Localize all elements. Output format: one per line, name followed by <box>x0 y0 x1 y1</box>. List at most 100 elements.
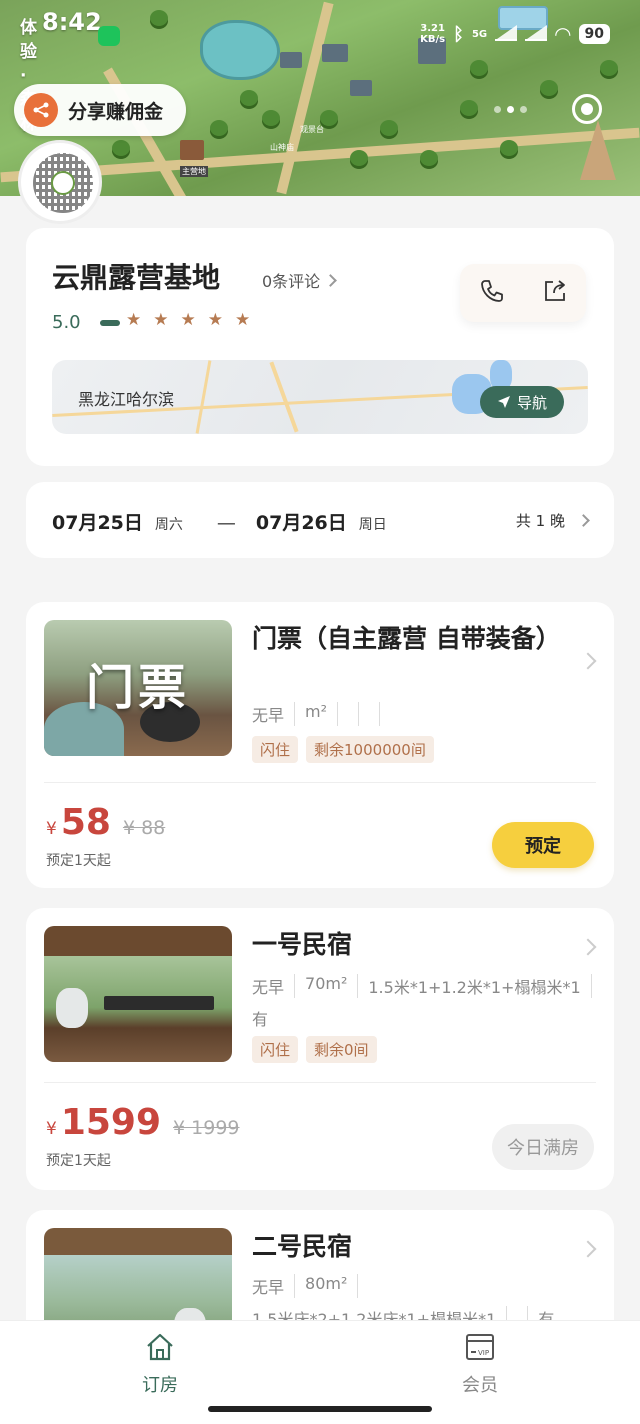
navigate-label: 导航 <box>516 393 547 412</box>
cabin-graphic <box>180 140 204 160</box>
net-speed: 3.21 KB/s <box>420 23 445 45</box>
price-value: 1599 <box>60 1102 162 1143</box>
cabin-graphic <box>350 80 372 96</box>
date-separator: — <box>216 512 236 534</box>
room-image <box>44 926 232 1062</box>
location-map[interactable]: 黑龙江哈尔滨 导航 <box>52 360 588 434</box>
bed-spec: 1.5米*1+1.2米*1+榻榻米*1 <box>368 974 592 998</box>
house-icon <box>147 1333 173 1361</box>
star-icon: ★ <box>207 310 223 330</box>
map-label: 观景台 <box>300 125 324 134</box>
rating-bar <box>100 320 120 326</box>
cliff-graphic <box>580 120 616 180</box>
tree-graphic <box>350 150 368 166</box>
signal-icon <box>525 25 548 41</box>
room-title: 一号民宿 <box>252 930 353 959</box>
navigate-button[interactable]: 导航 <box>480 386 564 418</box>
net-speed-unit: KB/s <box>420 34 446 45</box>
home-indicator[interactable] <box>208 1406 432 1412</box>
locate-icon[interactable] <box>572 94 602 124</box>
bed-spec <box>348 702 360 726</box>
breakfast-spec: 无早 <box>252 974 296 998</box>
area-spec: 70m² <box>305 974 359 998</box>
tree-graphic <box>112 140 130 156</box>
cabin-graphic <box>280 52 302 68</box>
tree-graphic <box>262 110 280 126</box>
tree-graphic <box>380 120 398 136</box>
room-tags: 闪住 剩余0间 <box>252 1036 377 1063</box>
contact-actions <box>460 264 586 322</box>
table-graphic <box>104 996 214 1010</box>
check-out-weekday: 周日 <box>358 517 387 533</box>
tree-graphic <box>540 80 558 96</box>
share-earn-button[interactable]: 分享赚佣金 <box>14 84 186 136</box>
status-icons: 3.21 KB/s ᛒ 5G ◠ 90 <box>420 22 610 46</box>
nights-count: 共 1 晚 <box>516 510 590 531</box>
lake-graphic <box>200 20 280 80</box>
currency-symbol: ¥ <box>46 819 57 839</box>
vip-text: VIP <box>478 1349 489 1357</box>
area-spec: 80m² <box>305 1274 359 1298</box>
star-icon: ★ <box>235 310 251 330</box>
tab-booking-label: 订房 <box>142 1375 178 1396</box>
bluetooth-icon: ᛒ <box>453 23 464 45</box>
room-title: 门票（自主露营 自带装备） <box>252 624 561 653</box>
room-card[interactable]: 一号民宿 无早 70m² 1.5米*1+1.2米*1+榻榻米*1 有 闪住 剩余… <box>26 908 614 1190</box>
status-time: 8:42 <box>42 8 102 36</box>
map-label: 主营地 <box>180 166 208 177</box>
chevron-right-icon <box>577 514 590 527</box>
network-label: 5G <box>471 28 488 40</box>
room-card[interactable]: 门票 门票（自主露营 自带装备） 无早 m² 闪住 剩余1000000间 ¥ 5… <box>26 602 614 888</box>
divider <box>44 1082 596 1083</box>
rating-score: 5.0 <box>52 312 81 333</box>
bathtub-graphic <box>56 988 88 1028</box>
tree-graphic <box>500 140 518 156</box>
tree-graphic <box>600 60 618 76</box>
window-spec: 有 <box>252 1010 269 1029</box>
divider <box>44 782 596 783</box>
carousel-dot-active <box>507 106 514 113</box>
book-button[interactable]: 预定 <box>492 822 594 868</box>
window-spec <box>369 702 381 726</box>
tree-graphic <box>420 150 438 166</box>
navigation-arrow-icon <box>497 396 510 408</box>
star-icon: ★ <box>153 310 169 330</box>
tab-membership[interactable]: VIP 会员 <box>420 1331 540 1397</box>
share-label: 分享赚佣金 <box>68 100 164 123</box>
wechat-icon <box>98 26 120 46</box>
room-image: 门票 <box>44 620 232 756</box>
room-detail-chevron[interactable] <box>579 1240 597 1259</box>
vip-card-icon: VIP <box>466 1334 494 1360</box>
carousel-dot <box>494 106 501 113</box>
room-image-text: 门票 <box>86 660 191 716</box>
share-icon <box>24 93 58 127</box>
breakfast-spec: 无早 <box>252 702 296 726</box>
signal-icon <box>495 25 518 41</box>
remaining-tag: 剩余0间 <box>306 1036 377 1063</box>
share-out-icon[interactable] <box>541 277 569 309</box>
battery-level: 90 <box>578 24 610 44</box>
tab-booking[interactable]: 订房 <box>100 1331 220 1397</box>
date-selector[interactable]: 07月25日 周六 — 07月26日 周日 共 1 晚 <box>26 482 614 558</box>
star-icon: ★ <box>180 310 196 330</box>
site-info-card: 云鼎露营基地 0条评论 5.0 ★ ★ ★ ★ ★ 黑龙江哈尔滨 导航 <box>26 228 614 466</box>
check-in-weekday: 周六 <box>154 517 183 533</box>
chevron-right-icon <box>579 652 597 670</box>
tree-graphic <box>210 120 228 136</box>
tree-graphic <box>470 60 488 76</box>
carousel-dots <box>494 106 527 113</box>
min-stay: 预定1天起 <box>46 1153 111 1169</box>
location-text: 黑龙江哈尔滨 <box>78 390 175 409</box>
room-price: ¥ 1599 ¥ 1999 <box>46 1102 240 1143</box>
flash-stay-tag: 闪住 <box>252 1036 299 1063</box>
phone-icon[interactable] <box>478 277 506 309</box>
area-spec: m² <box>305 702 339 726</box>
reviews-link[interactable]: 0条评论 <box>262 268 338 292</box>
room-tags: 闪住 剩余1000000间 <box>252 736 434 763</box>
chevron-right-icon <box>579 1240 597 1258</box>
mini-program-qr-code[interactable] <box>18 140 102 224</box>
room-specs: 无早 m² <box>252 702 602 726</box>
room-title: 二号民宿 <box>252 1232 353 1261</box>
room-detail-chevron[interactable] <box>579 938 597 957</box>
room-detail-chevron[interactable] <box>579 652 597 671</box>
